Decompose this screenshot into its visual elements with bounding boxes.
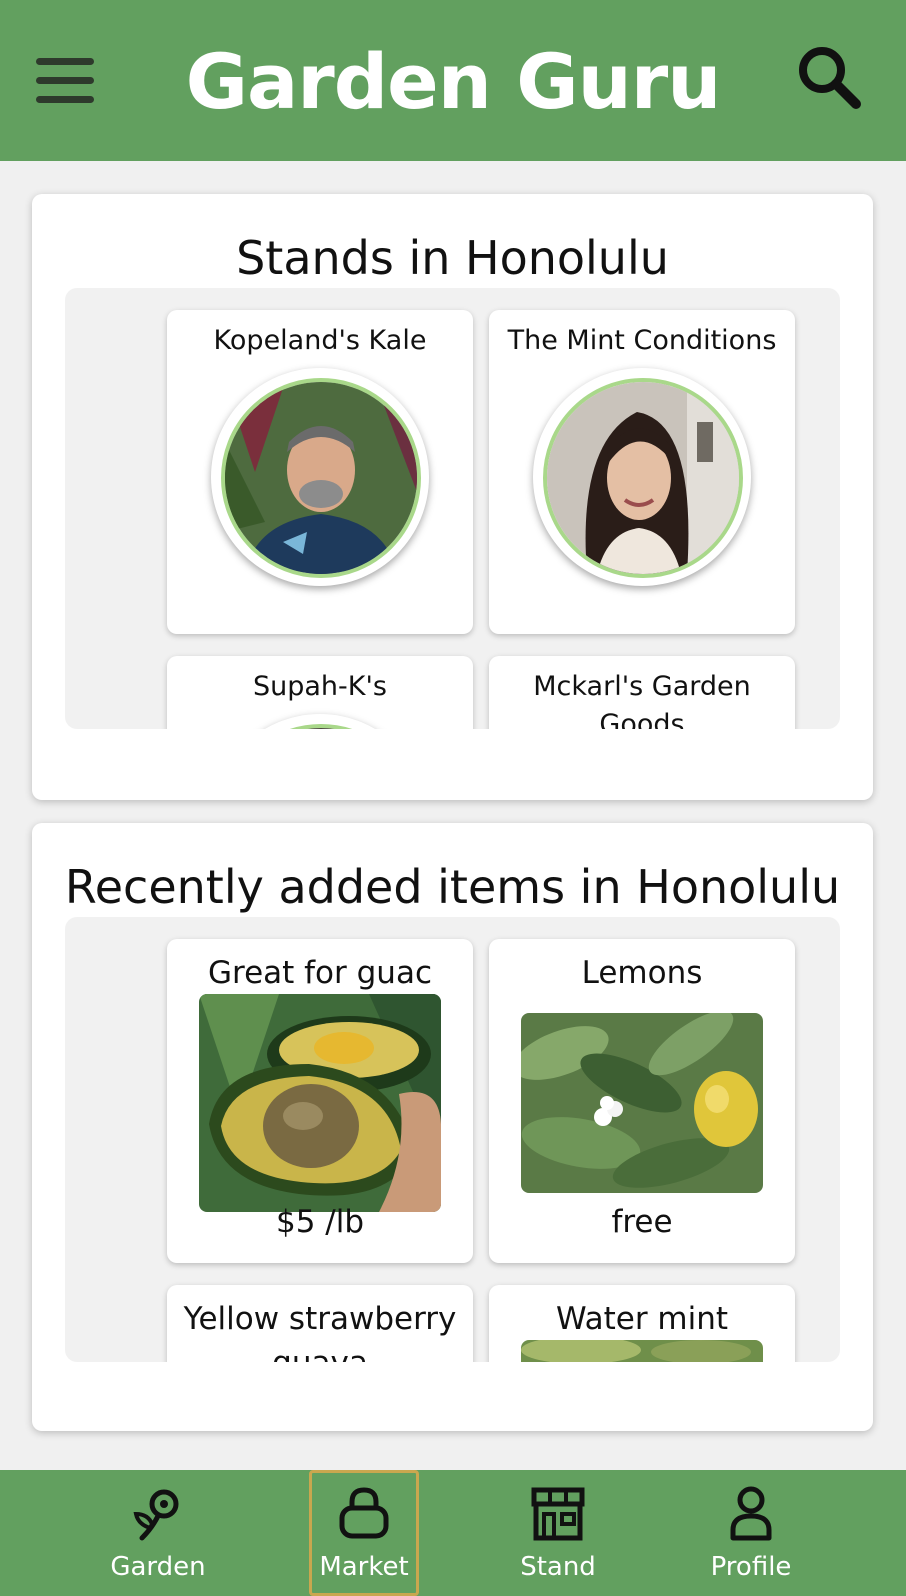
item-card[interactable]: Water mint (489, 1285, 795, 1362)
stand-name: The Mint Conditions (507, 325, 777, 356)
nav-profile[interactable]: Profile (676, 1470, 826, 1596)
app-title: Garden Guru (185, 37, 722, 126)
search-icon[interactable] (796, 44, 862, 110)
nav-label: Garden (110, 1552, 206, 1582)
avatar (533, 368, 751, 586)
item-name: Yellow strawberry guava (183, 1301, 457, 1362)
recent-items-title: Recently added items in Honolulu (64, 860, 841, 914)
item-card[interactable]: Lemons free (489, 939, 795, 1263)
nav-label: Market (319, 1552, 409, 1582)
avatar (211, 368, 429, 586)
stands-scroller[interactable]: Kopeland's Kale The Mint Conditions Supa… (65, 288, 840, 729)
stand-card[interactable]: Mckarl's Garden Goods (489, 656, 795, 729)
item-name: Great for guac (207, 955, 432, 991)
stand-name: Kopeland's Kale (213, 325, 427, 356)
stand-card[interactable]: Supah-K's (167, 656, 473, 729)
nav-market[interactable]: Market (309, 1470, 419, 1596)
shopping-bag-icon (339, 1487, 389, 1539)
item-name: Water mint (555, 1301, 729, 1337)
avatar (211, 714, 429, 729)
stand-name: Mckarl's Garden Goods (533, 671, 751, 729)
flower-icon (133, 1489, 179, 1541)
avocado-image (199, 994, 441, 1212)
nav-garden[interactable]: Garden (83, 1470, 233, 1596)
item-price: free (611, 1204, 673, 1240)
person-icon (730, 1486, 772, 1541)
stand-name: Supah-K's (253, 671, 387, 702)
recent-items-scroller[interactable]: Great for guac $5 /lb Lemons free Yellow… (65, 917, 840, 1362)
water-mint-image (521, 1340, 763, 1362)
stands-card: Stands in Honolulu Kopeland's Kale The M… (32, 194, 873, 800)
recent-items-card: Recently added items in Honolulu Great f… (32, 823, 873, 1431)
nav-label: Stand (520, 1552, 596, 1582)
item-price: $5 /lb (275, 1204, 365, 1240)
app-header: Garden Guru (0, 0, 906, 161)
stand-card[interactable]: Kopeland's Kale (167, 310, 473, 634)
item-card[interactable]: Great for guac $5 /lb (167, 939, 473, 1263)
storefront-icon (531, 1487, 585, 1541)
bottom-nav: Garden Market Stand Profile (0, 1470, 906, 1596)
nav-stand[interactable]: Stand (483, 1470, 633, 1596)
item-name: Lemons (581, 955, 703, 991)
nav-label: Profile (710, 1552, 792, 1582)
item-card[interactable]: Yellow strawberry guava (167, 1285, 473, 1362)
stand-card[interactable]: The Mint Conditions (489, 310, 795, 634)
stands-title: Stands in Honolulu (236, 231, 669, 285)
lemon-image (521, 1013, 763, 1193)
